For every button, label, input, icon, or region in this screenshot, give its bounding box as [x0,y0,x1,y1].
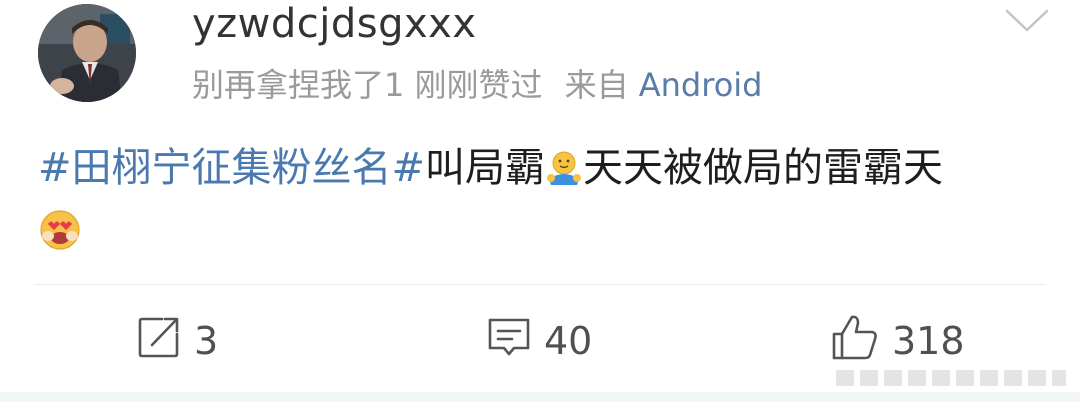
repost-icon [136,314,182,369]
like-count: 318 [892,319,965,363]
chevron-down-icon[interactable] [1004,8,1050,34]
hug-emoji-icon [545,149,583,198]
post-content: #田栩宁征集粉丝名#叫局霸 天天被做局的雷霸天 [38,144,1058,198]
topic-hashtag[interactable]: #田栩宁征集粉丝名# [38,145,425,191]
liked-time: 刚刚赞过 [414,66,543,104]
source-label: 来自 [564,66,629,104]
avatar-image [38,4,136,102]
like-button[interactable]: 318 [830,315,965,364]
watermark [830,362,1070,392]
post-meta: 别再拿捏我了1 刚刚赞过 来自 Android [192,66,762,104]
comment-icon [486,314,532,369]
divider [34,284,1046,285]
content-text-2: 天天被做局的雷霸天 [583,145,944,191]
comment-button[interactable]: 40 [486,318,592,364]
heart-eyes-emoji-icon [38,208,82,256]
username[interactable]: yzwdcjdsgxxx [192,0,477,48]
source-app: Android [638,66,763,104]
bottom-band [0,392,1080,402]
content-text-1: 叫局霸 [425,145,546,191]
liked-by-user[interactable]: 别再拿捏我了1 [192,66,404,104]
avatar[interactable] [38,4,136,102]
comment-count: 40 [544,319,593,363]
repost-button[interactable]: 3 [136,317,219,364]
repost-count: 3 [194,319,219,363]
